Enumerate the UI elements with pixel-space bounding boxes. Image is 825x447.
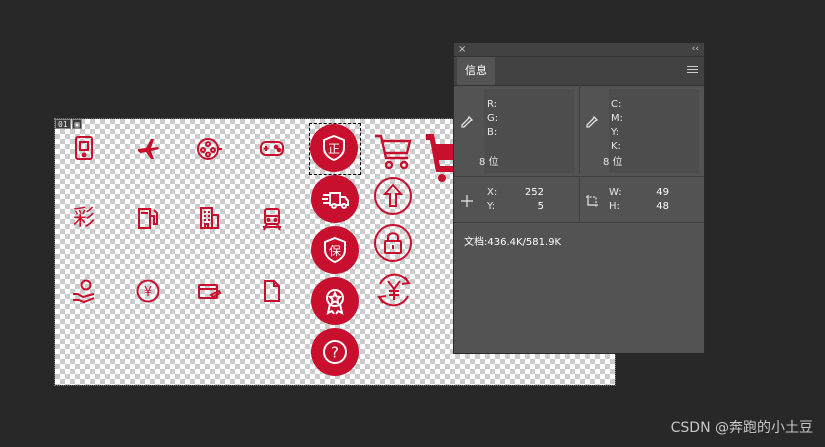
close-icon[interactable]: × [458, 43, 466, 56]
h-label: H: [609, 201, 620, 212]
w-value: 49 [656, 187, 669, 198]
g-label: G: [487, 113, 499, 124]
x-label: X: [487, 187, 498, 198]
lock-icon [373, 223, 413, 263]
phone-icon [70, 134, 98, 162]
panel-title-bar[interactable]: × ‹‹ [454, 43, 704, 57]
watermark: CSDN @奔跑的小土豆 [670, 420, 813, 436]
m-label: M: [611, 113, 623, 124]
selection-marquee [309, 123, 361, 175]
bit-depth-right: 8 位 [603, 157, 623, 168]
upload-arrow-icon [373, 176, 413, 216]
k-label: K: [611, 141, 621, 152]
svg-text:¥: ¥ [144, 285, 152, 300]
color-readout-section: R: G: B: 8 位 C: M: Y: K: 8 位 [454, 85, 704, 173]
w-label: W: [609, 187, 622, 198]
svg-text:?: ? [331, 344, 339, 362]
credit-card-icon [195, 278, 223, 306]
info-panel[interactable]: × ‹‹ 信息 R: G: B: 8 位 C: M: Y: K: 8 位 X: … [453, 42, 705, 354]
selection-size-icon [586, 195, 598, 207]
office-building-icon [195, 204, 223, 232]
h-value: 48 [656, 201, 669, 212]
train-icon [258, 205, 286, 233]
panel-menu-icon[interactable] [687, 66, 698, 75]
b-label: B: [487, 127, 498, 138]
airplane-icon [134, 134, 162, 162]
slice-badge: 01 ▣ [55, 119, 83, 129]
ghost-icon [72, 332, 94, 354]
document-icon [258, 277, 286, 305]
panel-tab-bar: 信息 [454, 57, 704, 86]
gamepad-icon [258, 134, 286, 162]
r-label: R: [487, 99, 498, 110]
delivery-truck-icon [311, 175, 359, 223]
yuan-coin-icon: ¥ [134, 277, 162, 305]
y-value: 5 [537, 201, 544, 212]
currency-exchange-icon [372, 268, 416, 312]
insurance-shield-icon: 保 [311, 226, 359, 274]
shopping-cart-icon [372, 130, 414, 172]
cart-partial-icon [424, 130, 454, 186]
image-icon: ▣ [71, 119, 83, 129]
svg-text:保: 保 [329, 244, 341, 258]
ghost-icon [136, 332, 158, 354]
collapse-icon[interactable]: ‹‹ [692, 43, 699, 56]
crosshair-icon [461, 195, 473, 207]
help-question-icon: ? [311, 328, 359, 376]
y-position-label: Y: [487, 201, 496, 212]
tab-info[interactable]: 信息 [457, 57, 495, 85]
eyedropper-icon[interactable] [585, 115, 599, 129]
eyedropper-icon[interactable] [460, 115, 474, 129]
y-label: Y: [611, 127, 620, 138]
lottery-cai-icon: 彩 [72, 206, 95, 231]
award-badge-icon [311, 277, 359, 325]
gas-station-icon [134, 204, 162, 232]
slice-number: 01 [55, 119, 71, 129]
document-size: 文档:436.4K/581.9K [464, 237, 562, 248]
bit-depth-left: 8 位 [479, 157, 499, 168]
hand-coin-icon [70, 277, 98, 305]
x-value: 252 [524, 187, 544, 198]
c-label: C: [611, 99, 622, 110]
position-size-section: X: 252 Y: 5 W: 49 H: 48 [454, 177, 704, 221]
film-reel-icon [195, 135, 223, 163]
